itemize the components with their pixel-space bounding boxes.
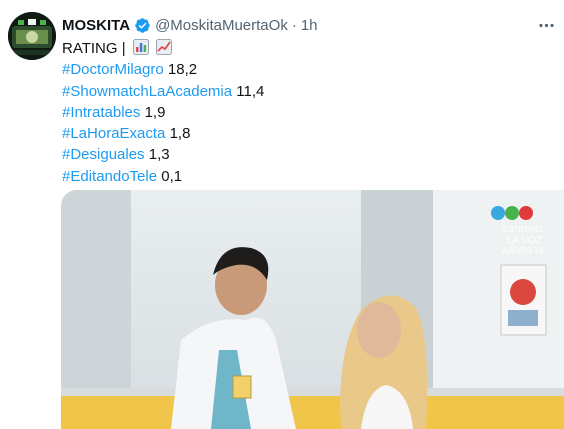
hashtag-link[interactable]: #EditandoTele [62, 168, 157, 185]
rating-value: 0,1 [161, 167, 183, 185]
media-overlay-line1: ESTRENO [503, 225, 542, 234]
hashtag-link[interactable]: #LaHoraExacta [62, 125, 165, 142]
rating-value: 18,2 [167, 61, 198, 79]
rating-row: #Desiguales 1,3 [62, 144, 264, 165]
rating-value: 1,8 [169, 125, 191, 143]
rating-value: 1,9 [144, 103, 166, 121]
tweet-text: RATING | #DoctorMilagro 18,2 #ShowmatchL… [62, 38, 264, 187]
tweet: MOSKITA @MoskitaMuertaOk · 1h RATING | #… [0, 0, 564, 429]
chart-increasing-emoji-icon [155, 39, 172, 55]
rating-row: #ShowmatchLaAcademia 11,4 [62, 81, 264, 102]
rating-value: 11,4 [236, 82, 265, 100]
hashtag-link[interactable]: #Intratables [62, 104, 140, 121]
rating-row: #DoctorMilagro 18,2 [62, 59, 264, 80]
media-overlay-line2: LA VOZ [507, 235, 542, 246]
tweet-header: MOSKITA @MoskitaMuertaOk · 1h [62, 14, 318, 36]
rating-row: #LaHoraExacta 1,8 [62, 123, 264, 144]
hashtag-link[interactable]: #Desiguales [62, 146, 145, 163]
more-options-icon[interactable] [534, 13, 558, 37]
verified-badge-icon [134, 17, 151, 34]
author-handle[interactable]: @MoskitaMuertaOk [155, 17, 288, 34]
rating-value: 1,3 [148, 146, 170, 164]
avatar[interactable] [8, 12, 56, 60]
tweet-media-video[interactable]: ESTRENO LA VOZ JUEVES 24 [61, 190, 564, 429]
rating-row: #Intratables 1,9 [62, 102, 264, 123]
author-name[interactable]: MOSKITA [62, 17, 130, 34]
hashtag-link[interactable]: #DoctorMilagro [62, 61, 164, 78]
timestamp[interactable]: 1h [301, 17, 318, 34]
separator-dot: · [291, 16, 297, 34]
media-overlay-line3: JUEVES 24 [501, 246, 544, 255]
rating-heading-line: RATING | [62, 38, 264, 59]
bar-chart-emoji-icon [132, 39, 149, 55]
rating-row: #EditandoTele 0,1 [62, 166, 264, 187]
hashtag-link[interactable]: #ShowmatchLaAcademia [62, 83, 232, 100]
rating-heading: RATING | [62, 40, 126, 57]
